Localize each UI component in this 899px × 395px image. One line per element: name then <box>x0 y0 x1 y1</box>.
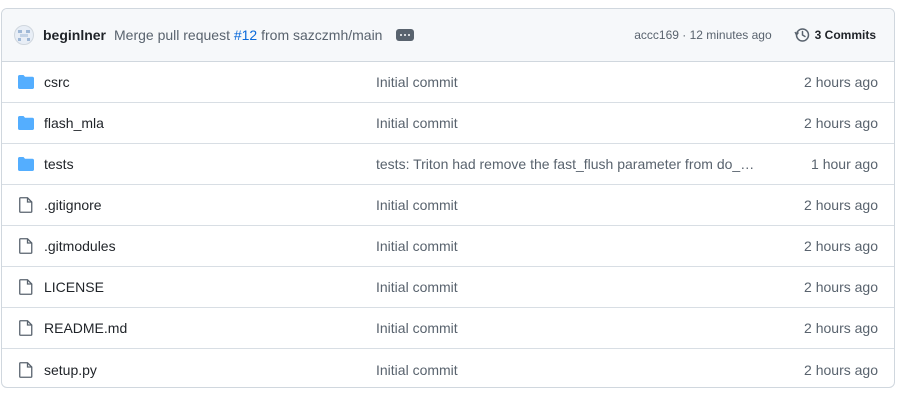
commit-message-prefix: Merge pull request <box>114 27 234 43</box>
file-commit-time: 2 hours ago <box>804 197 878 213</box>
file-row[interactable]: .gitignore Initial commit 2 hours ago <box>2 185 894 226</box>
folder-icon <box>17 74 35 90</box>
commit-author[interactable]: beginlner <box>43 27 106 43</box>
file-row[interactable]: LICENSE Initial commit 2 hours ago <box>2 267 894 308</box>
file-name[interactable]: flash_mla <box>44 115 376 131</box>
file-commit-time: 2 hours ago <box>804 361 878 378</box>
file-commit-time: 2 hours ago <box>804 320 878 336</box>
file-icon <box>17 320 35 336</box>
avatar-identicon <box>18 30 30 41</box>
repo-file-browser: beginlner Merge pull request #12 from sa… <box>1 8 895 388</box>
file-row[interactable]: flash_mla Initial commit 2 hours ago <box>2 103 894 144</box>
file-commit-message[interactable]: Initial commit <box>376 238 759 254</box>
file-list: csrc Initial commit 2 hours ago flash_ml… <box>2 62 894 387</box>
file-commit-message[interactable]: Initial commit <box>376 362 759 378</box>
file-name[interactable]: .gitmodules <box>44 238 376 254</box>
file-commit-message[interactable]: Initial commit <box>376 74 759 90</box>
file-commit-time: 2 hours ago <box>804 238 878 254</box>
file-commit-time: 2 hours ago <box>804 115 878 131</box>
file-commit-message[interactable]: Initial commit <box>376 320 759 336</box>
file-row[interactable]: tests tests: Triton had remove the fast_… <box>2 144 894 185</box>
author-avatar[interactable] <box>14 25 34 45</box>
file-icon <box>17 197 35 213</box>
file-commit-message[interactable]: tests: Triton had remove the fast_flush … <box>376 156 759 172</box>
file-row[interactable]: README.md Initial commit 2 hours ago <box>2 308 894 349</box>
file-commit-message[interactable]: Initial commit <box>376 115 759 131</box>
commits-count-label: 3 Commits <box>814 28 876 42</box>
file-commit-time: 1 hour ago <box>811 156 878 172</box>
file-name[interactable]: csrc <box>44 74 376 90</box>
file-commit-time: 2 hours ago <box>804 279 878 295</box>
file-commit-time: 2 hours ago <box>804 74 878 90</box>
file-commit-message[interactable]: Initial commit <box>376 279 759 295</box>
commits-history-button[interactable]: 3 Commits <box>788 23 882 47</box>
ellipsis-icon[interactable] <box>396 29 415 41</box>
folder-icon <box>17 156 35 172</box>
file-name[interactable]: LICENSE <box>44 279 376 295</box>
file-name[interactable]: setup.py <box>44 362 376 378</box>
latest-commit-bar: beginlner Merge pull request #12 from sa… <box>2 9 894 62</box>
commit-message-suffix: from sazczmh/main <box>257 27 383 43</box>
file-commit-message[interactable]: Initial commit <box>376 197 759 213</box>
file-row[interactable]: setup.py Initial commit 2 hours ago <box>2 349 894 387</box>
commit-sha-and-time[interactable]: accc169 · 12 minutes ago <box>634 28 771 42</box>
history-icon <box>794 28 809 42</box>
file-icon <box>17 361 35 378</box>
file-row[interactable]: .gitmodules Initial commit 2 hours ago <box>2 226 894 267</box>
file-icon <box>17 238 35 254</box>
file-row[interactable]: csrc Initial commit 2 hours ago <box>2 62 894 103</box>
folder-icon <box>17 115 35 131</box>
file-name[interactable]: README.md <box>44 320 376 336</box>
pull-request-link[interactable]: #12 <box>234 27 257 43</box>
commit-message[interactable]: Merge pull request #12 from sazczmh/main <box>114 27 382 43</box>
file-name[interactable]: .gitignore <box>44 197 376 213</box>
file-icon <box>17 279 35 295</box>
file-name[interactable]: tests <box>44 156 376 172</box>
